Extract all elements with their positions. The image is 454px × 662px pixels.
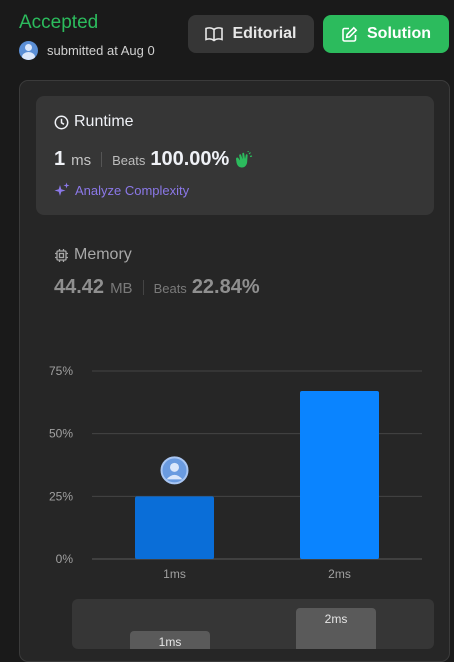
submitted-time: submitted at Aug 0 <box>47 43 155 58</box>
memory-card[interactable]: Memory 44.42 MB Beats 22.84% <box>54 246 260 299</box>
y-tick-label: 75% <box>49 364 73 378</box>
avatar-head <box>170 462 179 472</box>
runtime-unit: ms <box>71 152 92 169</box>
editorial-label: Editorial <box>232 25 297 42</box>
runtime-distribution-chart: 0% 25% 50% 75% 1ms 2ms <box>20 351 449 581</box>
runtime-title-text: Runtime <box>74 113 134 130</box>
analyze-complexity-label: Analyze Complexity <box>75 182 190 198</box>
memory-title: Memory <box>54 246 260 264</box>
runtime-beats-label: Beats <box>112 153 146 168</box>
solution-button[interactable]: Solution <box>323 15 449 53</box>
status-title: Accepted <box>19 12 99 33</box>
bar-2ms[interactable] <box>300 391 379 559</box>
navigator-bar-2ms[interactable]: 2ms <box>296 608 376 649</box>
navigator-label: 1ms <box>158 635 182 649</box>
bar-1ms[interactable] <box>135 496 214 559</box>
submission-detail-panel: Runtime 1 ms Beats 100.00% Analyze Compl… <box>19 80 450 662</box>
x-tick-label: 1ms <box>163 567 186 581</box>
edit-icon <box>341 26 358 43</box>
memory-value: 44.42 <box>54 276 105 298</box>
memory-unit: MB <box>110 280 133 297</box>
analyze-complexity-link[interactable]: Analyze Complexity <box>54 182 189 198</box>
runtime-beats-percent: 100.00% <box>150 148 230 170</box>
navigator-label: 2ms <box>324 612 348 626</box>
y-tick-label: 50% <box>49 427 73 441</box>
divider <box>101 152 103 167</box>
submitter-info: submitted at Aug 0 <box>19 41 155 60</box>
runtime-value: 1 <box>54 148 66 170</box>
memory-title-text: Memory <box>74 246 132 263</box>
runtime-card[interactable]: Runtime 1 ms Beats 100.00% Analyze Compl… <box>36 96 434 215</box>
avatar[interactable] <box>19 41 38 60</box>
memory-beats-percent: 22.84% <box>191 276 260 298</box>
navigator-bar-1ms[interactable]: 1ms <box>130 631 210 649</box>
x-tick-label: 2ms <box>328 567 351 581</box>
chart-svg: 0% 25% 50% 75% 1ms 2ms <box>49 364 422 581</box>
sparkle-icon <box>54 182 70 198</box>
chart-navigator[interactable]: 1ms 2ms <box>72 599 434 649</box>
solution-label: Solution <box>367 25 431 42</box>
y-tick-label: 0% <box>56 552 74 566</box>
clock-icon <box>54 115 69 130</box>
editorial-button[interactable]: Editorial <box>188 15 314 53</box>
divider <box>142 280 144 295</box>
runtime-metrics: 1 ms Beats 100.00% <box>54 148 253 171</box>
memory-metrics: 44.42 MB Beats 22.84% <box>54 276 260 299</box>
memory-beats-label: Beats <box>153 281 187 296</box>
y-tick-label: 25% <box>49 489 73 503</box>
chip-icon <box>54 248 69 263</box>
runtime-title: Runtime <box>54 113 134 131</box>
clapping-hands-icon <box>233 150 253 169</box>
book-icon <box>205 26 224 42</box>
